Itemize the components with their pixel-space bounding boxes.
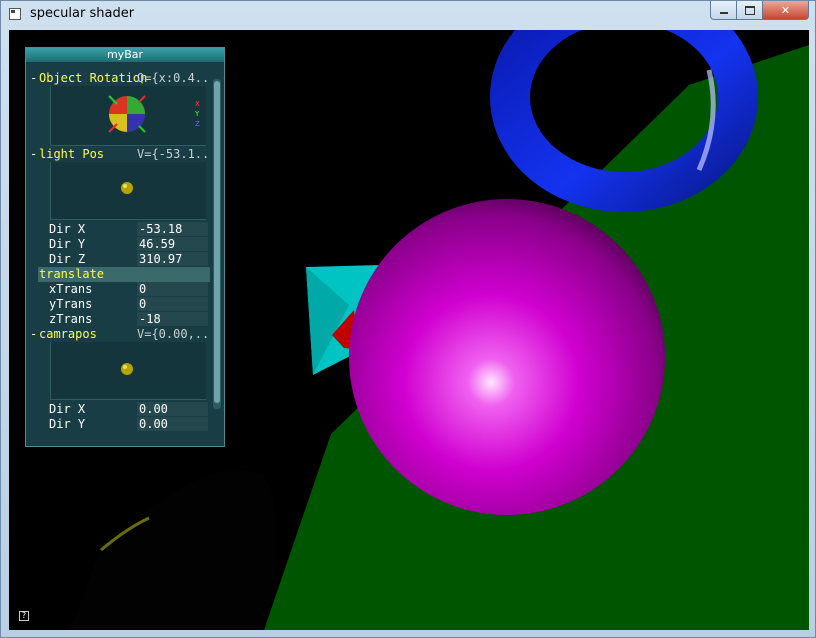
var-row[interactable]: Dir X 0.00	[26, 402, 210, 417]
group-light-pos[interactable]: - light Pos V={-53.1..	[26, 147, 210, 162]
group-label: Object Rotation	[39, 71, 148, 85]
var-row[interactable]: xTrans 0	[26, 282, 210, 297]
window-title: specular shader	[30, 6, 135, 21]
app-window: specular shader ✕ myBar - Object Rotatio…	[0, 0, 816, 638]
var-label: Dir X	[49, 222, 86, 236]
var-row[interactable]: Dir Y 0.00	[26, 417, 210, 432]
shadow-blob	[69, 470, 278, 630]
light-direction-widget[interactable]	[50, 162, 206, 220]
bar-scrollbar[interactable]	[213, 79, 221, 409]
group-value: V={0.00,..	[137, 327, 210, 341]
var-value[interactable]: 0	[137, 297, 208, 311]
var-value[interactable]: -53.18	[137, 222, 208, 236]
group-label: light Pos	[39, 147, 105, 161]
collapse-icon[interactable]: -	[30, 71, 37, 86]
var-row[interactable]: Dir Y 46.59	[26, 237, 210, 252]
var-value[interactable]: 46.59	[137, 237, 208, 251]
rotation-gizmo-icon[interactable]: X Y Z	[51, 86, 207, 146]
var-row[interactable]: Dir X -53.18	[26, 222, 210, 237]
var-value[interactable]: 0.00	[137, 402, 208, 416]
axis-x-label: X	[195, 100, 200, 108]
tweak-bar[interactable]: myBar - Object Rotation Q={x:0.4.. X Y Z…	[25, 47, 225, 447]
group-label: camrapos	[39, 327, 97, 341]
var-label: zTrans	[49, 312, 93, 326]
help-button[interactable]: ?	[19, 611, 29, 621]
var-value[interactable]: 0	[137, 282, 208, 296]
rotation-widget[interactable]: X Y Z	[50, 86, 206, 146]
light-dot-icon[interactable]	[51, 342, 207, 400]
light-dot-icon[interactable]	[51, 162, 207, 220]
var-value[interactable]: 310.97	[137, 252, 208, 266]
close-icon: ✕	[780, 3, 791, 17]
title-bar[interactable]: specular shader ✕	[1, 1, 815, 29]
3d-viewport[interactable]: myBar - Object Rotation Q={x:0.4.. X Y Z…	[9, 30, 809, 630]
close-button[interactable]: ✕	[763, 1, 809, 20]
maximize-icon	[744, 5, 755, 15]
group-value: Q={x:0.4..	[137, 71, 210, 85]
group-object-rotation[interactable]: - Object Rotation Q={x:0.4..	[26, 71, 210, 86]
var-label: Dir Y	[49, 237, 86, 251]
var-label: yTrans	[49, 297, 93, 311]
group-translate[interactable]: translate	[38, 267, 210, 282]
var-label: Dir Y	[49, 417, 86, 431]
group-camrapos[interactable]: - camrapos V={0.00,..	[26, 327, 210, 342]
var-label: Dir X	[49, 402, 86, 416]
axis-z-label: Z	[195, 120, 200, 128]
sphere	[349, 199, 665, 515]
var-row[interactable]: zTrans -18	[26, 312, 210, 327]
bar-title[interactable]: myBar	[26, 48, 224, 62]
var-label: xTrans	[49, 282, 93, 296]
collapse-icon[interactable]: -	[30, 327, 37, 342]
minimize-button[interactable]	[710, 1, 737, 20]
group-label: translate	[39, 267, 105, 281]
axis-y-label: Y	[194, 110, 200, 118]
var-value[interactable]: 0.00	[137, 417, 208, 431]
window-controls: ✕	[710, 1, 809, 21]
var-value[interactable]: -18	[137, 312, 208, 326]
scroll-thumb[interactable]	[214, 81, 220, 403]
maximize-button[interactable]	[737, 1, 763, 20]
camera-direction-widget[interactable]	[50, 342, 206, 400]
app-icon	[9, 8, 21, 20]
var-row[interactable]: yTrans 0	[26, 297, 210, 312]
group-value: V={-53.1..	[137, 147, 210, 161]
var-row[interactable]: Dir Z 310.97	[26, 252, 210, 267]
var-label: Dir Z	[49, 252, 86, 266]
collapse-icon[interactable]: -	[30, 147, 37, 162]
minimize-icon	[719, 12, 728, 14]
